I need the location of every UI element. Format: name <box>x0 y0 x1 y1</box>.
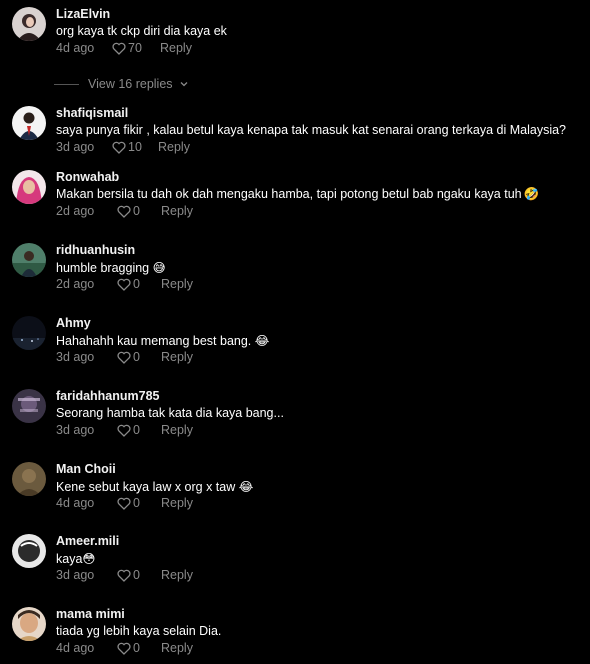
comment-text-body: Hahahahh kau memang best bang. <box>56 334 252 348</box>
avatar[interactable] <box>12 170 46 204</box>
like-button[interactable]: 70 <box>112 41 142 55</box>
like-button[interactable]: 0 <box>117 204 140 218</box>
like-count: 0 <box>133 568 140 582</box>
like-count: 10 <box>128 140 142 154</box>
reply-button[interactable]: Reply <box>161 496 193 510</box>
comment-time: 3d ago <box>56 423 95 437</box>
avatar[interactable] <box>12 389 46 423</box>
comment-username[interactable]: faridahhanum785 <box>56 389 160 403</box>
comment-time: 4d ago <box>56 41 95 55</box>
joy-emoji-icon: 😂 <box>254 334 270 348</box>
reply-button[interactable]: Reply <box>161 350 193 364</box>
comment-text: saya punya fikir , kalau betul kaya kena… <box>56 123 566 137</box>
comment-text-body: humble bragging <box>56 261 150 275</box>
comment-text-body: kaya <box>56 552 83 566</box>
like-count: 0 <box>133 423 140 437</box>
comment-username[interactable]: LizaElvin <box>56 7 110 21</box>
heart-icon <box>117 351 131 364</box>
comment-time: 3d ago <box>56 350 95 364</box>
view-replies-label: View 16 replies <box>88 77 173 91</box>
avatar[interactable] <box>12 106 46 140</box>
heart-icon <box>117 205 131 218</box>
reply-button[interactable]: Reply <box>158 140 190 154</box>
comment-username[interactable]: ridhuanhusin <box>56 243 135 257</box>
comment-username[interactable]: Ameer.mili <box>56 534 119 548</box>
like-count: 70 <box>128 41 142 55</box>
comment-time: 2d ago <box>56 204 95 218</box>
heart-icon <box>117 278 131 291</box>
comment-time: 2d ago <box>56 277 95 291</box>
avatar[interactable] <box>12 607 46 641</box>
reply-button[interactable]: Reply <box>161 277 193 291</box>
like-count: 0 <box>133 204 140 218</box>
reply-button[interactable]: Reply <box>160 41 192 55</box>
comment-time: 4d ago <box>56 496 95 510</box>
like-button[interactable]: 0 <box>117 496 140 510</box>
reply-button[interactable]: Reply <box>161 568 193 582</box>
like-count: 0 <box>133 496 140 510</box>
avatar[interactable] <box>12 534 46 568</box>
heart-icon <box>117 424 131 437</box>
comment-text: Makan bersila tu dah ok dah mengaku hamb… <box>56 187 539 202</box>
comment-time: 4d ago <box>56 641 95 655</box>
comment-text: org kaya tk ckp diri dia kaya ek <box>56 24 227 38</box>
heart-icon <box>117 642 131 655</box>
comment-text-body: Kene sebut kaya law x org x taw <box>56 480 236 494</box>
heart-icon <box>117 569 131 582</box>
like-button[interactable]: 0 <box>117 641 140 655</box>
comment-text: humble bragging 😅 <box>56 260 166 275</box>
comment-time: 3d ago <box>56 568 95 582</box>
like-button[interactable]: 10 <box>112 140 142 154</box>
avatar[interactable] <box>12 316 46 350</box>
like-button[interactable]: 0 <box>117 277 140 291</box>
sweat-smile-emoji-icon: 😅 <box>152 261 166 275</box>
comment-time: 3d ago <box>56 140 95 154</box>
reply-button[interactable]: Reply <box>161 204 193 218</box>
avatar[interactable] <box>12 7 46 41</box>
divider <box>54 83 79 85</box>
comment-username[interactable]: shafiqismail <box>56 106 128 120</box>
like-count: 0 <box>133 350 140 364</box>
like-count: 0 <box>133 641 140 655</box>
comment-username[interactable]: Ahmy <box>56 316 91 330</box>
comment-text: tiada yg lebih kaya selain Dia. <box>56 624 222 638</box>
like-button[interactable]: 0 <box>117 350 140 364</box>
avatar[interactable] <box>12 462 46 496</box>
comment-username[interactable]: Ronwahab <box>56 170 119 184</box>
like-button[interactable]: 0 <box>117 568 140 582</box>
joy-emoji-icon: 😂 <box>238 480 254 494</box>
heart-icon <box>117 497 131 510</box>
reply-button[interactable]: Reply <box>161 423 193 437</box>
rofl-emoji-icon: 🤣 <box>523 187 540 201</box>
comment-text: Hahahahh kau memang best bang. 😂 <box>56 333 269 348</box>
avatar[interactable] <box>12 243 46 277</box>
chevron-down-icon <box>180 82 188 87</box>
like-count: 0 <box>133 277 140 291</box>
reply-button[interactable]: Reply <box>161 641 193 655</box>
comment-username[interactable]: mama mimi <box>56 607 125 621</box>
comment-text: kaya😳 <box>56 551 95 566</box>
view-replies-button[interactable]: View 16 replies <box>54 76 189 92</box>
flushed-emoji-icon: 😳 <box>82 552 96 566</box>
heart-icon <box>112 141 126 154</box>
comment-text: Kene sebut kaya law x org x taw 😂 <box>56 479 253 494</box>
like-button[interactable]: 0 <box>117 423 140 437</box>
comment-username[interactable]: Man Choii <box>56 462 116 476</box>
comment-text-body: Makan bersila tu dah ok dah mengaku hamb… <box>56 187 522 201</box>
comment-text: Seorang hamba tak kata dia kaya bang... <box>56 406 284 420</box>
heart-icon <box>112 42 126 55</box>
